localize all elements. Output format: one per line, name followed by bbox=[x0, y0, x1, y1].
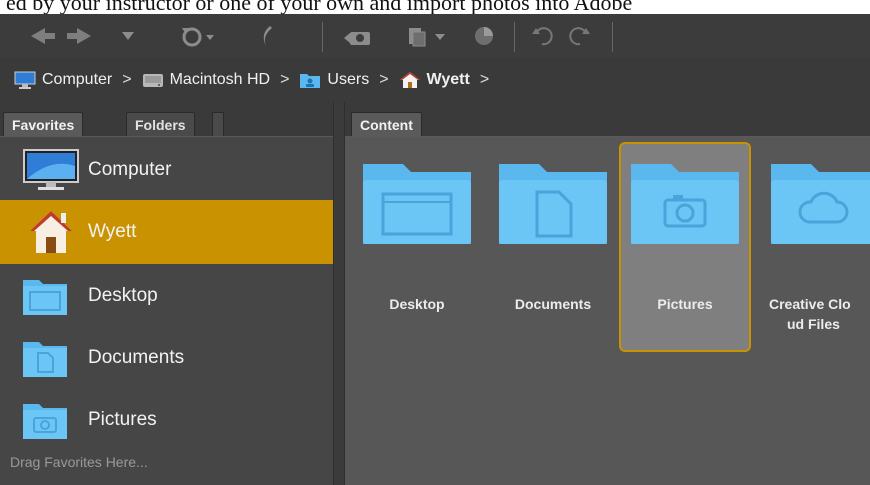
favorite-label: Documents bbox=[88, 347, 185, 368]
documents-folder-icon bbox=[499, 164, 607, 244]
breadcrumb-label: Macintosh HD bbox=[169, 71, 271, 88]
favorite-wyett[interactable]: Wyett bbox=[0, 200, 333, 264]
pane-divider[interactable] bbox=[334, 102, 345, 485]
favorite-label: Computer bbox=[88, 159, 172, 180]
content-item-documents[interactable]: Documents bbox=[487, 142, 619, 352]
favorite-label: Desktop bbox=[88, 285, 158, 306]
rotate-right-icon[interactable] bbox=[566, 18, 594, 54]
content-panel: Content Desktop Documents Pictures Creat… bbox=[345, 102, 870, 485]
content-item-desktop[interactable]: Desktop bbox=[351, 142, 483, 352]
content-item-label: Creative Clo ud Files bbox=[769, 294, 870, 334]
documents-folder-icon bbox=[23, 342, 67, 377]
content-item-label: Pictures bbox=[657, 296, 713, 312]
breadcrumb-separator: > bbox=[479, 71, 490, 88]
content-item-label-line: ud Files bbox=[787, 316, 840, 332]
tab-spacer bbox=[212, 112, 224, 136]
breadcrumb-item-users[interactable]: Users bbox=[299, 71, 369, 89]
favorite-computer[interactable]: Computer bbox=[0, 140, 333, 200]
breadcrumb-separator: > bbox=[280, 71, 290, 88]
content-tabbar: Content bbox=[345, 102, 870, 137]
favorite-desktop[interactable]: Desktop bbox=[0, 266, 333, 326]
rotate-icon[interactable] bbox=[178, 18, 214, 54]
breadcrumb-label: Users bbox=[327, 71, 370, 88]
favorite-documents[interactable]: Documents bbox=[0, 328, 333, 388]
content-item-label: Documents bbox=[514, 296, 592, 312]
breadcrumb-item-macintosh-hd[interactable]: Macintosh HD bbox=[142, 71, 270, 89]
content-item-label-line: Creative Clo bbox=[769, 296, 851, 312]
breadcrumb-label: Computer bbox=[42, 71, 113, 88]
toolbar-divider bbox=[322, 22, 323, 52]
forward-icon[interactable] bbox=[64, 18, 94, 54]
computer-icon bbox=[23, 149, 79, 190]
toolbar bbox=[0, 14, 870, 59]
favorites-tabbar: Favorites Folders bbox=[0, 102, 333, 137]
users-folder-icon bbox=[300, 74, 321, 88]
content-item-creative-cloud-files[interactable]: Creative Clo ud Files bbox=[761, 142, 870, 352]
page-caption: ed by your instructor or one of your own… bbox=[0, 0, 870, 14]
favorite-label: Pictures bbox=[88, 409, 157, 430]
content-item-pictures[interactable]: Pictures bbox=[619, 142, 751, 352]
copy-icon[interactable] bbox=[404, 18, 450, 54]
pictures-folder-icon bbox=[23, 404, 67, 439]
breadcrumb-separator: > bbox=[122, 71, 132, 88]
back-icon[interactable] bbox=[28, 18, 58, 54]
favorite-pictures[interactable]: Pictures bbox=[0, 390, 333, 450]
favorites-panel: Favorites Folders Computer Wyett Desktop bbox=[0, 102, 334, 485]
pictures-folder-icon bbox=[631, 164, 739, 244]
computer-icon bbox=[14, 71, 36, 89]
content-item-label: Desktop bbox=[389, 296, 445, 312]
boomerang-icon[interactable] bbox=[256, 18, 276, 54]
toolbar-divider bbox=[514, 22, 515, 52]
rotate-left-icon[interactable] bbox=[528, 18, 556, 54]
breadcrumb-item-wyett[interactable]: Wyett bbox=[399, 71, 470, 89]
favorite-label: Wyett bbox=[88, 221, 137, 242]
home-icon bbox=[399, 72, 420, 88]
breadcrumb-separator: > bbox=[379, 71, 389, 88]
breadcrumb: Computer > Macintosh HD > Users > Wyett … bbox=[0, 58, 870, 102]
creative-cloud-folder-icon bbox=[771, 164, 870, 244]
home-icon bbox=[30, 211, 72, 253]
breadcrumb-label: Wyett bbox=[426, 71, 470, 88]
toolbar-divider bbox=[612, 22, 613, 52]
refine-icon[interactable] bbox=[470, 18, 498, 54]
drag-favorites-hint: Drag Favorites Here... bbox=[10, 454, 148, 470]
history-dropdown-icon[interactable] bbox=[118, 18, 138, 54]
breadcrumb-item-computer[interactable]: Computer bbox=[14, 71, 112, 89]
tab-content[interactable]: Content bbox=[351, 112, 422, 136]
tab-folders[interactable]: Folders bbox=[126, 112, 195, 136]
desktop-folder-icon bbox=[363, 164, 471, 244]
desktop-folder-icon bbox=[23, 280, 67, 315]
tab-favorites[interactable]: Favorites bbox=[3, 112, 84, 136]
hard-drive-icon bbox=[142, 74, 163, 87]
camera-import-icon[interactable] bbox=[342, 18, 376, 54]
